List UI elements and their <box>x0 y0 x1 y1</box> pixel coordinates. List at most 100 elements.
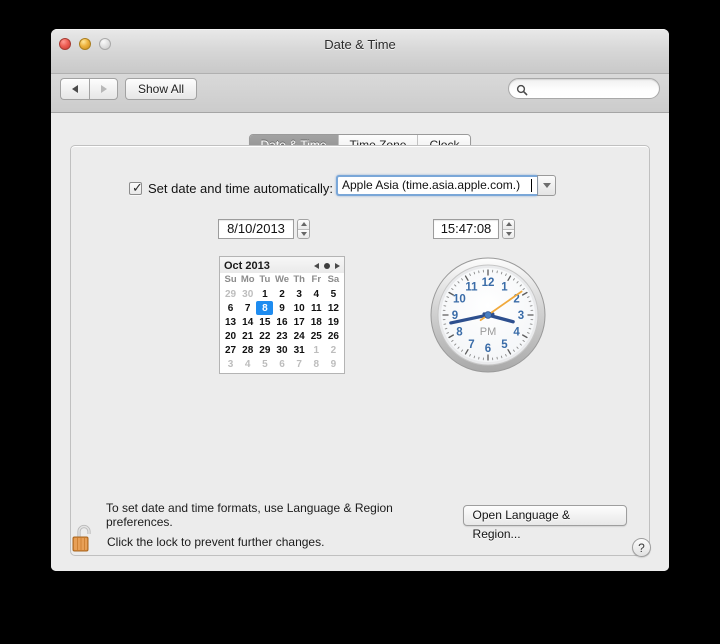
calendar-weekday-su: Su <box>224 274 237 285</box>
calendar-day[interactable]: 19 <box>325 315 342 329</box>
date-field-group: 8/10/2013 <box>218 219 310 239</box>
calendar-header: Oct 2013 <box>220 257 344 273</box>
date-stepper[interactable] <box>297 219 310 239</box>
preference-content: Date & Time Time Zone Clock ✓ Set date a… <box>51 113 669 571</box>
calendar-day[interactable]: 21 <box>239 329 256 343</box>
calendar-day[interactable]: 7 <box>239 301 256 315</box>
calendar-day[interactable]: 4 <box>308 287 325 301</box>
calendar-day[interactable]: 9 <box>325 357 342 371</box>
calendar-day[interactable]: 23 <box>273 329 290 343</box>
chevron-down-icon <box>542 183 551 188</box>
calendar-day[interactable]: 31 <box>291 343 308 357</box>
clock-numeral-8: 8 <box>456 327 463 339</box>
stepper-up-icon <box>505 222 512 227</box>
calendar-day[interactable]: 26 <box>325 329 342 343</box>
clock-numeral-1: 1 <box>501 282 508 294</box>
search-input[interactable] <box>533 79 651 100</box>
date-stepper-down[interactable] <box>298 229 309 238</box>
clock-numeral-12: 12 <box>482 277 495 289</box>
calendar-day[interactable]: 30 <box>239 287 256 301</box>
calendar-day[interactable]: 2 <box>273 287 290 301</box>
calendar-day[interactable]: 20 <box>222 329 239 343</box>
calendar-day[interactable]: 22 <box>256 329 273 343</box>
search-field[interactable] <box>508 78 660 101</box>
window-footer: Click the lock to prevent further change… <box>51 510 669 571</box>
calendar-day[interactable]: 10 <box>291 301 308 315</box>
lock-row: Click the lock to prevent further change… <box>71 524 324 559</box>
clock-numeral-5: 5 <box>501 339 508 351</box>
clock-center-hub <box>484 311 492 319</box>
calendar-today-icon[interactable] <box>324 263 330 269</box>
auto-sync-row: ✓ Set date and time automatically: <box>129 181 333 196</box>
calendar-day[interactable]: 18 <box>308 315 325 329</box>
back-button[interactable] <box>60 78 89 100</box>
calendar-day[interactable]: 15 <box>256 315 273 329</box>
calendar-day[interactable]: 25 <box>308 329 325 343</box>
help-button[interactable]: ? <box>632 538 651 557</box>
calendar-day[interactable]: 3 <box>222 357 239 371</box>
calendar-day[interactable]: 2 <box>325 343 342 357</box>
calendar-month-year: Oct 2013 <box>224 260 270 272</box>
calendar-day[interactable]: 5 <box>256 357 273 371</box>
calendar-day[interactable]: 13 <box>222 315 239 329</box>
time-stepper-up[interactable] <box>503 220 514 230</box>
text-cursor <box>531 179 532 192</box>
calendar-day[interactable]: 29 <box>256 343 273 357</box>
date-input[interactable]: 8/10/2013 <box>218 219 294 239</box>
clock-numeral-10: 10 <box>453 294 466 306</box>
toolbar: Show All <box>51 74 669 113</box>
calendar-day[interactable]: 24 <box>291 329 308 343</box>
calendar-day[interactable]: 7 <box>291 357 308 371</box>
calendar-day[interactable]: 8 <box>308 357 325 371</box>
search-icon <box>516 83 528 101</box>
analog-clock: 12 1 2 3 4 5 6 7 8 9 10 11 PM <box>429 256 547 374</box>
calendar-day[interactable]: 11 <box>308 301 325 315</box>
calendar-day-selected[interactable]: 8 <box>256 301 274 315</box>
calendar-day[interactable]: 12 <box>325 301 342 315</box>
calendar-day[interactable]: 4 <box>239 357 256 371</box>
system-preferences-window: Date & Time Show All ✓ Set date and time… <box>51 29 669 571</box>
lock-label: Click the lock to prevent further change… <box>107 534 325 549</box>
calendar-day[interactable]: 9 <box>273 301 290 315</box>
calendar-day[interactable]: 28 <box>239 343 256 357</box>
calendar-day[interactable]: 16 <box>273 315 290 329</box>
calendar-day[interactable]: 29 <box>222 287 239 301</box>
back-arrow-icon <box>72 85 78 93</box>
calendar-day[interactable]: 27 <box>222 343 239 357</box>
calendar-day[interactable]: 3 <box>291 287 308 301</box>
calendar-day[interactable]: 30 <box>273 343 290 357</box>
calendar-prev-icon[interactable] <box>314 263 319 269</box>
stepper-up-icon <box>300 222 307 227</box>
set-automatically-checkbox[interactable]: ✓ <box>129 181 143 195</box>
calendar-weekday-mo: Mo <box>240 274 255 285</box>
calendar-day[interactable]: 6 <box>222 301 239 315</box>
calendar-next-icon[interactable] <box>335 263 340 269</box>
calendar-day[interactable]: 17 <box>291 315 308 329</box>
time-field-group: 15:47:08 <box>433 219 515 239</box>
calendar-nav <box>314 263 340 269</box>
date-picker-calendar[interactable]: Oct 2013 Su Mo Tu We Th Fr Sa 29 30 1 2 3 4 5 6 7 8 9 10 11… <box>219 256 345 374</box>
time-stepper-down[interactable] <box>503 229 514 238</box>
calendar-day[interactable]: 1 <box>256 287 273 301</box>
window-title: Date & Time <box>324 37 396 52</box>
stepper-down-icon <box>300 231 307 236</box>
screen: Date & Time Show All ✓ Set date and time… <box>0 0 720 644</box>
forward-button <box>89 78 118 100</box>
time-server-field[interactable]: Apple Asia (time.asia.apple.com.) <box>336 175 537 196</box>
calendar-day[interactable]: 14 <box>239 315 256 329</box>
calendar-weekday-sa: Sa <box>327 274 340 285</box>
clock-numeral-6: 6 <box>485 343 491 355</box>
calendar-day[interactable]: 1 <box>308 343 325 357</box>
title-bar: Date & Time <box>51 29 669 74</box>
calendar-day[interactable]: 5 <box>325 287 342 301</box>
time-server-dropdown-button[interactable] <box>537 175 556 196</box>
date-stepper-up[interactable] <box>298 220 309 230</box>
time-server-combobox[interactable]: Apple Asia (time.asia.apple.com.) <box>336 175 556 196</box>
calendar-grid: Su Mo Tu We Th Fr Sa 29 30 1 2 3 4 5 6 7 8 9 10 11 12 13 14 15 1… <box>220 273 344 373</box>
time-stepper[interactable] <box>502 219 515 239</box>
show-all-button[interactable]: Show All <box>125 78 198 100</box>
lock-open-icon[interactable] <box>71 524 97 559</box>
clock-numeral-11: 11 <box>465 282 478 294</box>
calendar-day[interactable]: 6 <box>273 357 290 371</box>
time-input[interactable]: 15:47:08 <box>433 219 499 239</box>
